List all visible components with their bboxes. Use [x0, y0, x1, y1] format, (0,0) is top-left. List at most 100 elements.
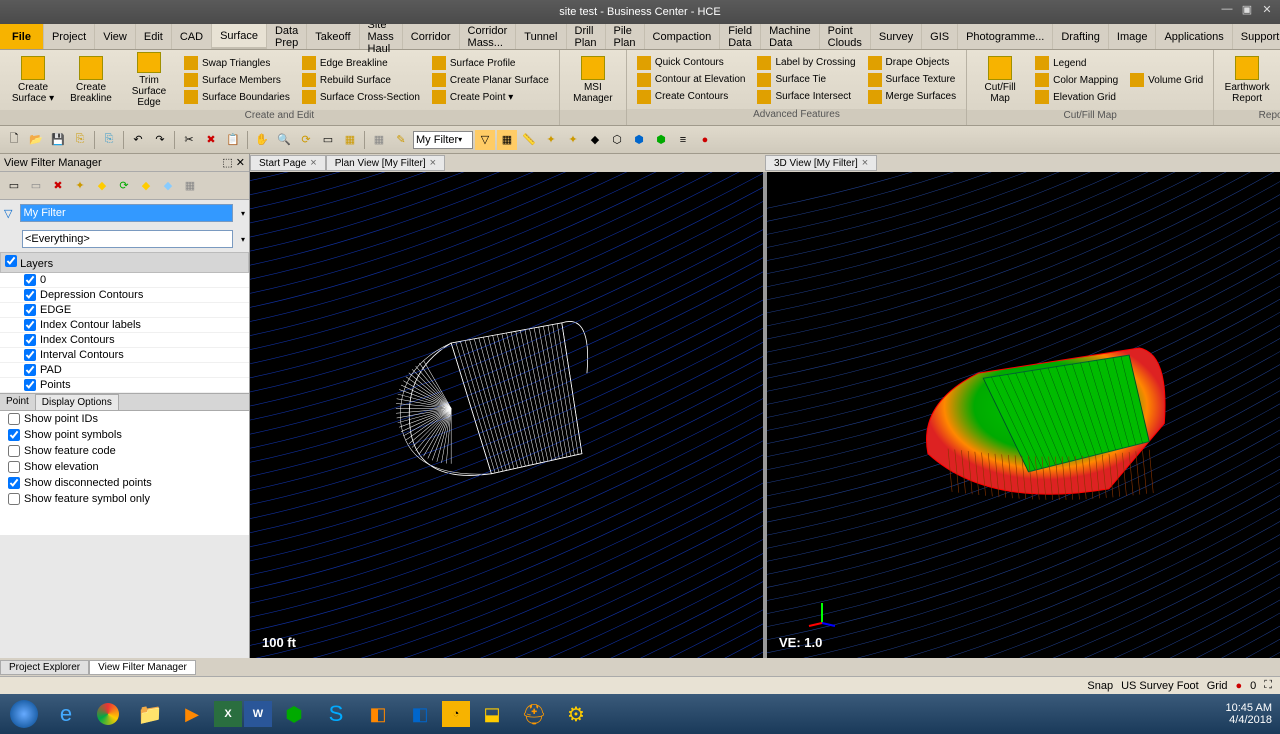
skype-icon[interactable]: S	[316, 698, 356, 730]
filter-a-icon[interactable]: ◆	[136, 176, 156, 196]
select2-icon[interactable]: ▦	[340, 130, 360, 150]
scope-combo[interactable]: <Everything>	[22, 230, 233, 248]
ribbon-createplanarsurface-button[interactable]: Create Planar Surface	[428, 72, 553, 88]
layers-header[interactable]: Layers	[0, 252, 249, 273]
ribbon-cutfillmap-button[interactable]: Cut/FillMap	[973, 52, 1027, 108]
tool-d-icon[interactable]: ⬡	[607, 130, 627, 150]
menu-gis[interactable]: GIS	[922, 24, 958, 49]
menu-drillplan[interactable]: Drill Plan	[567, 24, 606, 49]
filter-del-icon[interactable]: ✖	[48, 176, 68, 196]
tab-view-filter-manager[interactable]: View Filter Manager	[89, 660, 196, 675]
menu-photogramme[interactable]: Photogramme...	[958, 24, 1053, 49]
tab-display-options[interactable]: Display Options	[35, 394, 119, 410]
menu-support[interactable]: Support	[1233, 24, 1280, 49]
media-icon[interactable]: ▶	[172, 698, 212, 730]
filter-c-icon[interactable]: ▦	[180, 176, 200, 196]
tab-point[interactable]: Point	[0, 394, 35, 410]
filter-b-icon[interactable]: ◆	[158, 176, 178, 196]
import-icon[interactable]: ⎘	[99, 130, 119, 150]
rotate-icon[interactable]: ⟳	[296, 130, 316, 150]
status-expand-icon[interactable]: ⛶	[1264, 679, 1272, 692]
layer-checkbox[interactable]	[24, 334, 36, 346]
system-clock[interactable]: 10:45 AM4/4/2018	[1226, 702, 1272, 726]
option-checkbox[interactable]	[8, 413, 20, 425]
ribbon-legend-button[interactable]: Legend	[1031, 55, 1122, 71]
ribbon-contouratelevation-button[interactable]: Contour at Elevation	[633, 72, 750, 88]
layer-item[interactable]: Points	[0, 378, 249, 393]
menu-file[interactable]: File	[0, 24, 44, 49]
tab-project-explorer[interactable]: Project Explorer	[0, 660, 89, 675]
ribbon-surfaceboundaries-button[interactable]: Surface Boundaries	[180, 89, 294, 105]
app2-icon[interactable]: ◧	[358, 698, 398, 730]
option-checkbox[interactable]	[8, 429, 20, 441]
layer-checkbox[interactable]	[24, 319, 36, 331]
word-icon[interactable]: W	[244, 701, 272, 727]
menu-machinedata[interactable]: Machine Data	[761, 24, 820, 49]
filter-combo[interactable]: My Filter ▾	[413, 131, 473, 149]
layer-item[interactable]: 0	[0, 273, 249, 288]
ribbon-createsurface-button[interactable]: CreateSurface ▾	[6, 52, 60, 108]
tool-f-icon[interactable]: ⬢	[651, 130, 671, 150]
ribbon-quickcontours-button[interactable]: Quick Contours	[633, 55, 750, 71]
menu-cad[interactable]: CAD	[172, 24, 212, 49]
app1-icon[interactable]: ⬢	[274, 698, 314, 730]
filter-layer-icon[interactable]: ◆	[92, 176, 112, 196]
panel-pin-icon[interactable]: ⬚	[222, 157, 232, 169]
ribbon-elevationgrid-button[interactable]: Elevation Grid	[1031, 89, 1122, 105]
menu-pileplan[interactable]: Pile Plan	[606, 24, 645, 49]
close-tab-icon[interactable]: ×	[862, 157, 868, 169]
display-option[interactable]: Show disconnected points	[0, 475, 249, 491]
layer-checkbox[interactable]	[24, 364, 36, 376]
menu-corridormass[interactable]: Corridor Mass...	[460, 24, 517, 49]
tool-h-icon[interactable]: ●	[695, 130, 715, 150]
menu-tunnel[interactable]: Tunnel	[516, 24, 566, 49]
cut-icon[interactable]: ✂	[179, 130, 199, 150]
display-option[interactable]: Show point IDs	[0, 411, 249, 427]
option-checkbox[interactable]	[8, 477, 20, 489]
ribbon-swaptriangles-button[interactable]: Swap Triangles	[180, 55, 294, 71]
menu-applications[interactable]: Applications	[1156, 24, 1232, 49]
ribbon-edgebreakline-button[interactable]: Edge Breakline	[298, 55, 424, 71]
tool-c-icon[interactable]: ◆	[585, 130, 605, 150]
pan-icon[interactable]: ✋	[252, 130, 272, 150]
menu-surface[interactable]: Surface	[212, 24, 267, 49]
ribbon-createpoint-button[interactable]: Create Point ▾	[428, 89, 553, 105]
status-grid[interactable]: Grid	[1207, 680, 1228, 692]
edit-line-icon[interactable]: ✎	[391, 130, 411, 150]
display-option[interactable]: Show feature symbol only	[0, 491, 249, 507]
close-button[interactable]: ✕	[1258, 2, 1276, 16]
ribbon-surfacemembers-button[interactable]: Surface Members	[180, 72, 294, 88]
export-icon[interactable]: ⎘	[70, 130, 90, 150]
layer-item[interactable]: Interval Contours	[0, 348, 249, 363]
redo-icon[interactable]: ↷	[150, 130, 170, 150]
display-option[interactable]: Show point symbols	[0, 427, 249, 443]
menu-drafting[interactable]: Drafting	[1053, 24, 1109, 49]
filter-icon[interactable]: ▽	[475, 130, 495, 150]
paste-icon[interactable]: 📋	[223, 130, 243, 150]
tool-e-icon[interactable]: ⬢	[629, 130, 649, 150]
delete-icon[interactable]: ✖	[201, 130, 221, 150]
measure-icon[interactable]: 📏	[519, 130, 539, 150]
filter-refresh-icon[interactable]: ⟳	[114, 176, 134, 196]
app4-icon[interactable]: ⬓	[472, 698, 512, 730]
ribbon-createcontours-button[interactable]: Create Contours	[633, 89, 750, 105]
filter-star-icon[interactable]: ✦	[70, 176, 90, 196]
menu-project[interactable]: Project	[44, 24, 95, 49]
ribbon-surfacetie-button[interactable]: Surface Tie	[753, 72, 859, 88]
close-tab-icon[interactable]: ×	[310, 157, 316, 169]
layer-checkbox[interactable]	[24, 379, 36, 391]
grid-icon[interactable]: ▦	[369, 130, 389, 150]
tool-g-icon[interactable]: ≡	[673, 130, 693, 150]
menu-sitemasshaul[interactable]: Site Mass Haul	[360, 24, 403, 49]
ie-icon[interactable]: e	[46, 698, 86, 730]
ribbon-surfacecrosssection-button[interactable]: Surface Cross-Section	[298, 89, 424, 105]
menu-dataprep[interactable]: Data Prep	[267, 24, 307, 49]
ribbon-msimanager-button[interactable]: MSIManager	[566, 52, 620, 108]
option-checkbox[interactable]	[8, 445, 20, 457]
tool-a-icon[interactable]: ✦	[541, 130, 561, 150]
status-units[interactable]: US Survey Foot	[1121, 680, 1199, 692]
layer-checkbox[interactable]	[24, 304, 36, 316]
layer-item[interactable]: Depression Contours	[0, 288, 249, 303]
minimize-button[interactable]: —	[1218, 2, 1236, 16]
view-tab[interactable]: 3D View [My Filter] ×	[765, 155, 877, 171]
